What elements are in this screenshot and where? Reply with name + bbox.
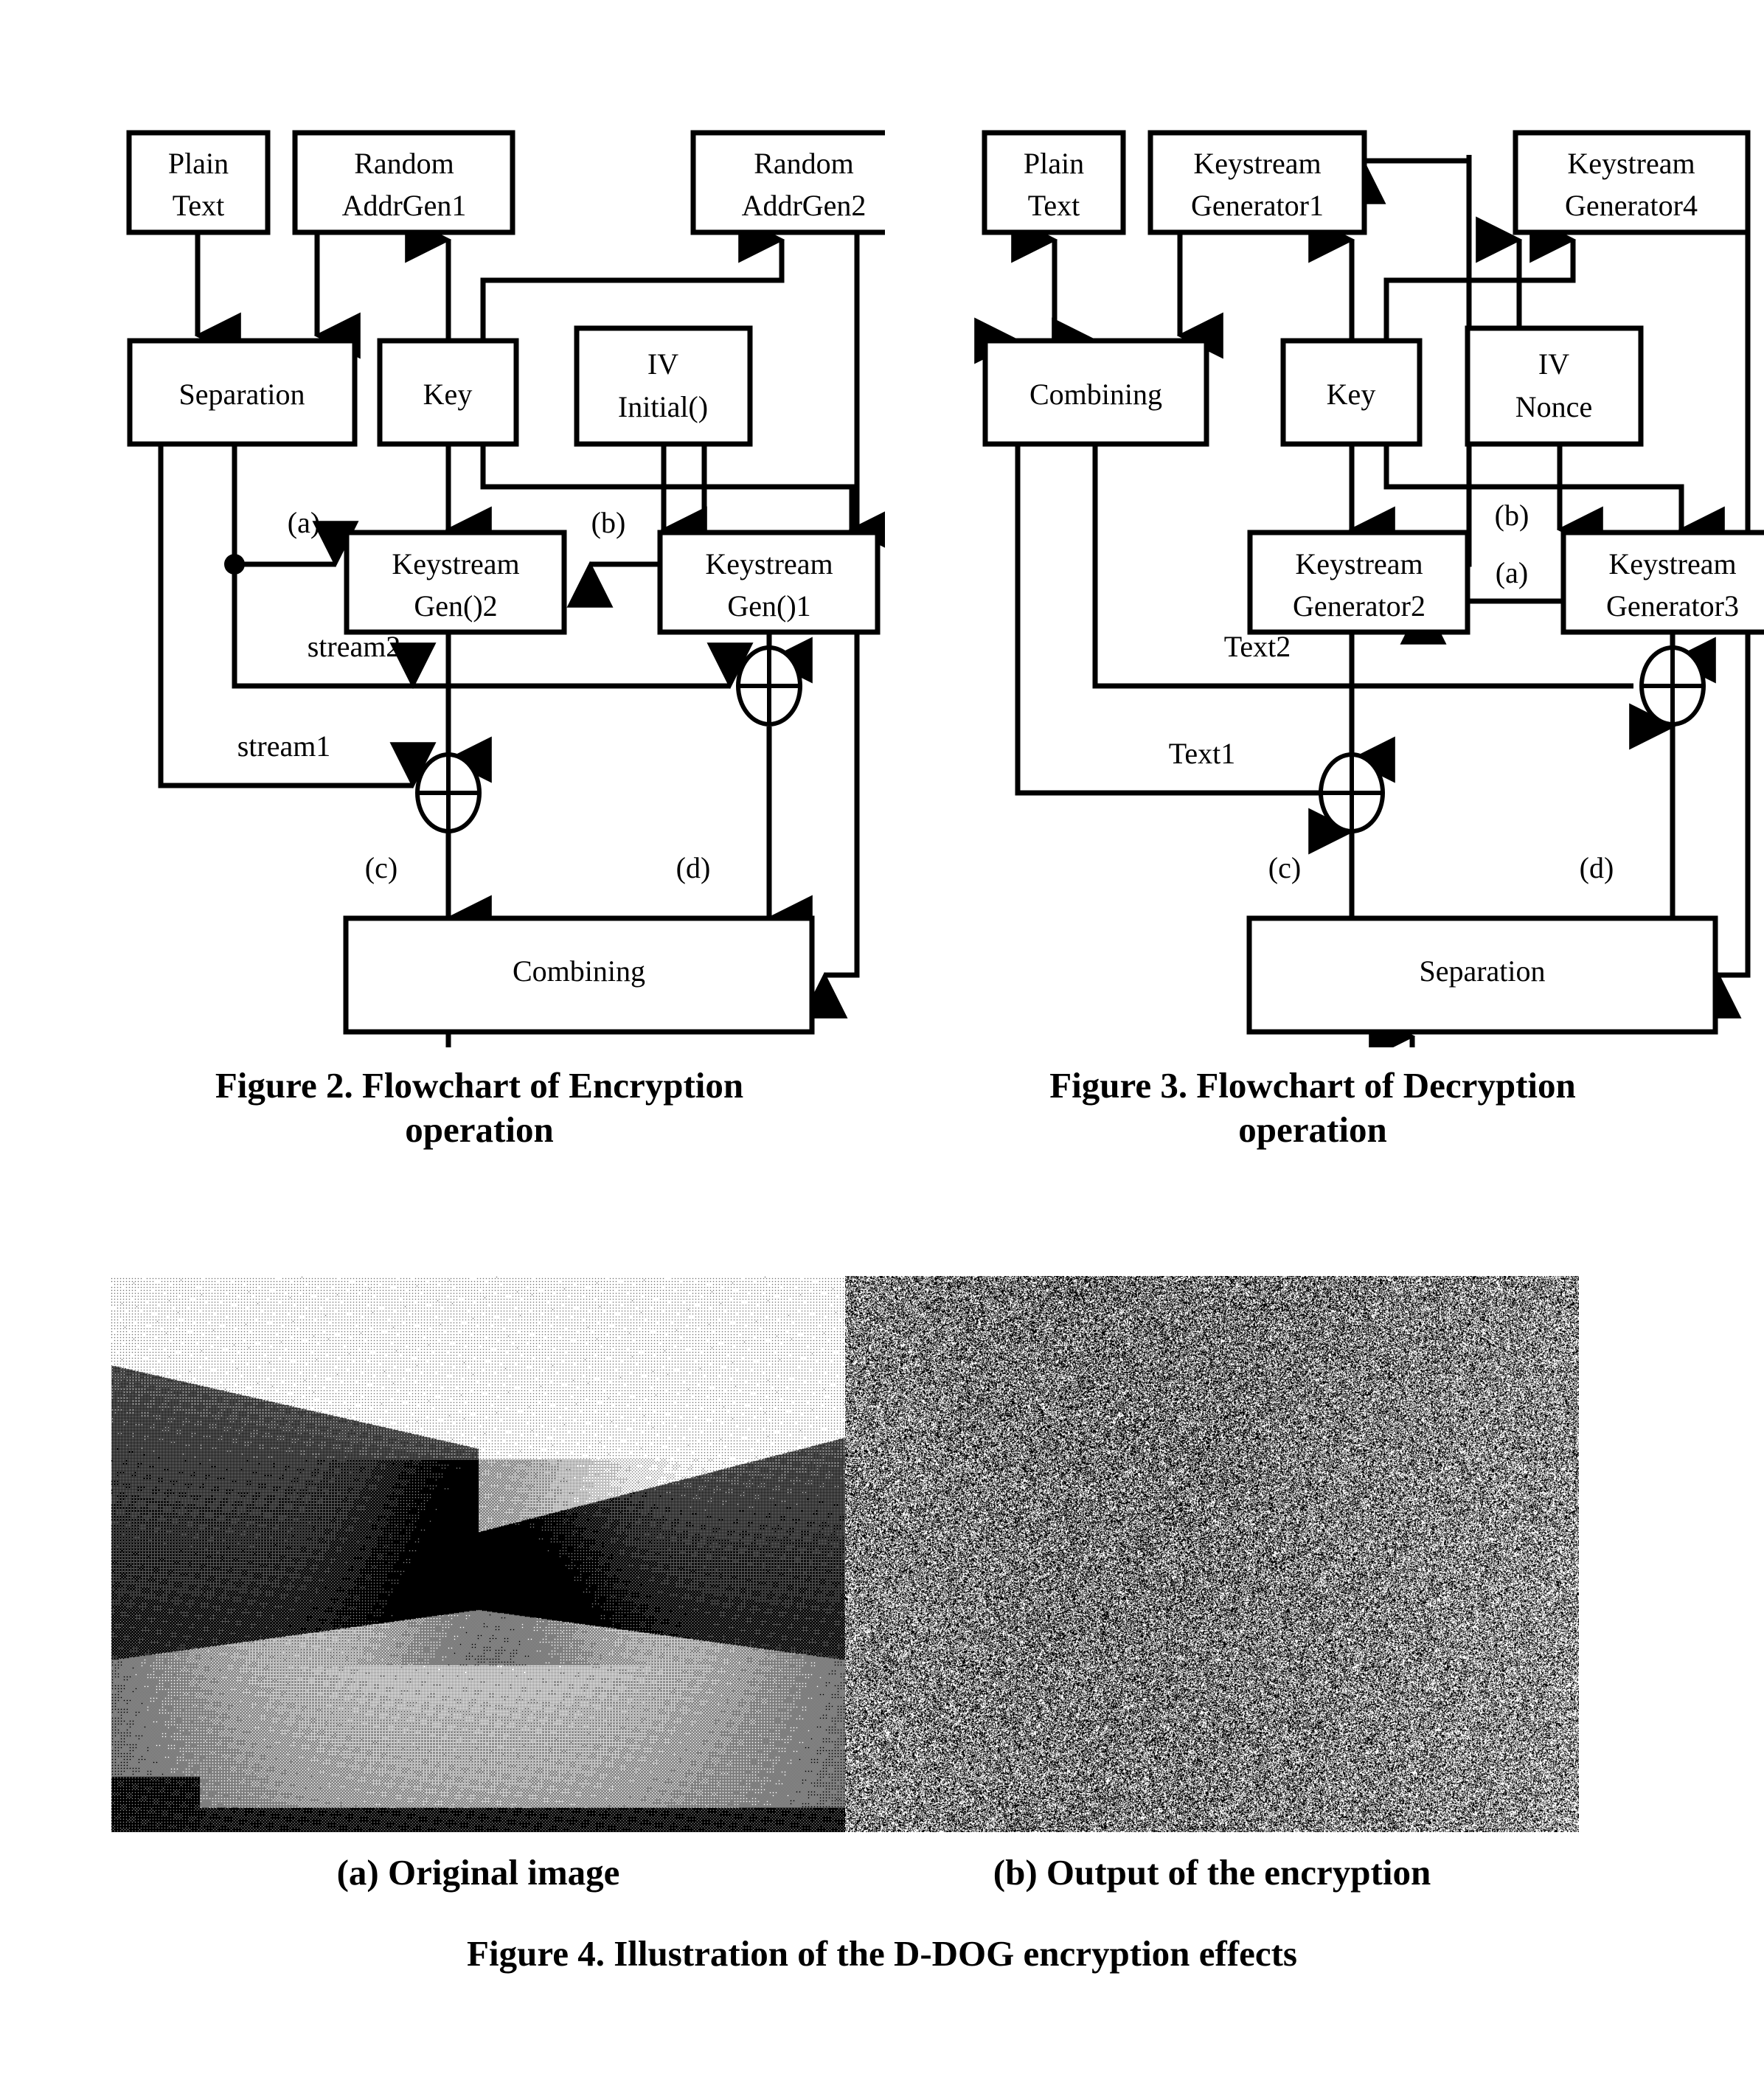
figure-3-caption-line1: Figure 3. Flowchart of Decryption — [1049, 1065, 1576, 1106]
fig2-plain-text-line1: Plain — [168, 147, 229, 180]
fig3-generator4-line2: Generator4 — [1565, 189, 1698, 222]
fig3-generator3-line2: Generator3 — [1606, 589, 1739, 623]
fig2-box-keystream-gen2: Keystream Gen()2 — [344, 530, 567, 635]
fig2-label-stream1: stream1 — [237, 729, 331, 763]
fig3-box-keystream-generator2: Keystream Generator2 — [1247, 530, 1470, 635]
figure-3-caption-line2: operation — [1238, 1109, 1387, 1150]
fig3-box-keystream-generator3: Keystream Generator3 — [1560, 530, 1764, 635]
sub-caption-original: (a) Original image — [336, 1852, 620, 1893]
fig2-combining-label: Combining — [513, 954, 645, 988]
fig2-label-a: (a) — [288, 506, 320, 539]
fig3-label-b: (b) — [1495, 499, 1529, 532]
fig3-box-iv-nonce: IV Nonce — [1465, 325, 1644, 447]
figure-4-image-row — [111, 1276, 1579, 1832]
figure-2-caption-line1: Figure 2. Flowchart of Encryption — [215, 1065, 744, 1106]
fig3-xor-text1 — [1319, 752, 1385, 833]
fig3-generator4-line1: Keystream — [1567, 147, 1695, 180]
fig3-plain-text-line2: Text — [1028, 189, 1080, 222]
fig3-generator2-line1: Keystream — [1295, 547, 1423, 580]
fig3-iv-line2: Nonce — [1515, 390, 1592, 423]
fig2-label-b: (b) — [591, 506, 626, 539]
fig3-box-keystream-generator4: Keystream Generator4 — [1513, 130, 1751, 235]
fig2-separation-label: Separation — [178, 378, 305, 411]
fig2-iv-line1: IV — [647, 347, 678, 381]
fig3-combining-label: Combining — [1029, 378, 1162, 411]
fig3-label-d: (d) — [1580, 851, 1614, 884]
fig3-generator2-line2: Generator2 — [1293, 589, 1426, 623]
fig3-key-label: Key — [1327, 378, 1376, 411]
fig3-label-text1: Text1 — [1169, 737, 1236, 770]
encrypted-image — [845, 1276, 1579, 1832]
fig3-xor-text2 — [1639, 645, 1706, 727]
sub-caption-encrypted: (b) Output of the encryption — [993, 1852, 1431, 1893]
figure-2-encryption-flowchart: Plain Text Random AddrGen1 Random AddrGe… — [126, 130, 885, 1047]
fig3-box-separation: Separation — [1246, 915, 1718, 1035]
fig2-iv-line2: Initial() — [618, 390, 708, 423]
fig2-box-iv: IV Initial() — [574, 325, 753, 447]
fig2-key-label: Key — [423, 378, 473, 411]
fig3-separation-label: Separation — [1419, 954, 1545, 988]
fig2-label-c: (c) — [365, 851, 397, 884]
fig3-iv-line1: IV — [1538, 347, 1569, 381]
fig3-box-keystream-generator1: Keystream Generator1 — [1147, 130, 1367, 235]
figure-page: Plain Text Random AddrGen1 Random AddrGe… — [0, 0, 1764, 2077]
fig3-label-c: (c) — [1268, 851, 1301, 884]
fig3-generator1-line2: Generator1 — [1191, 189, 1324, 222]
fig2-plain-text-line2: Text — [173, 189, 225, 222]
figure-3-decryption-flowchart: Plain Text Keystream Generator1 Keystrea… — [974, 130, 1764, 1047]
fig2-label-d: (d) — [676, 851, 711, 884]
fig2-xor-keystream — [736, 645, 802, 727]
figure-3-caption: Figure 3. Flowchart of Decryption operat… — [944, 1064, 1681, 1152]
fig2-addrgen1-line1: Random — [354, 147, 454, 180]
fig2-box-plain-text: Plain Text — [126, 130, 271, 235]
fig2-box-random-addrgen1: Random AddrGen1 — [292, 130, 515, 235]
fig3-box-plain-text: Plain Text — [982, 130, 1126, 235]
fig3-label-text2: Text2 — [1224, 630, 1291, 663]
fig3-label-a: (a) — [1496, 556, 1528, 589]
fig2-gen2-line1: Keystream — [392, 547, 519, 580]
figure-4-caption: Figure 4. Illustration of the D-DOG encr… — [467, 1933, 1297, 1974]
fig3-box-key: Key — [1280, 338, 1423, 447]
figure-2-caption-line2: operation — [405, 1109, 554, 1150]
fig2-label-stream2: stream2 — [308, 630, 401, 663]
figure-2-caption: Figure 2. Flowchart of Encryption operat… — [111, 1064, 848, 1152]
fig3-generator3-line1: Keystream — [1608, 547, 1736, 580]
figure-4-sub-captions: (a) Original image (b) Output of the enc… — [111, 1851, 1579, 1893]
fig2-xor-stream1-stream2 — [415, 752, 482, 833]
fig2-box-combining: Combining — [343, 915, 815, 1035]
fig2-junction-dot — [224, 554, 245, 575]
fig2-gen1-line1: Keystream — [705, 547, 833, 580]
fig3-plain-text-line1: Plain — [1024, 147, 1084, 180]
original-image — [111, 1276, 845, 1832]
fig3-generator1-line1: Keystream — [1193, 147, 1321, 180]
fig2-box-key: Key — [377, 338, 519, 447]
fig2-gen1-line2: Gen()1 — [727, 589, 810, 623]
fig3-box-combining: Combining — [982, 338, 1209, 447]
fig2-addrgen1-line2: AddrGen1 — [342, 189, 467, 222]
fig2-box-separation: Separation — [127, 338, 358, 447]
fig2-gen2-line2: Gen()2 — [414, 589, 497, 623]
